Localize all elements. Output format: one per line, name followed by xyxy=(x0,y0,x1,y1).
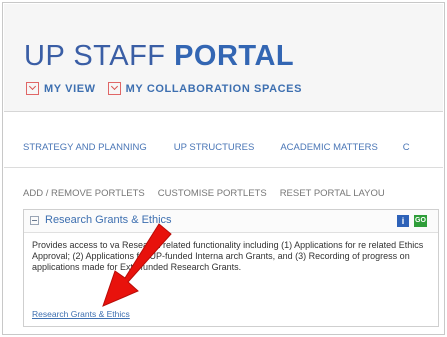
portal-window: UP STAFF PORTAL MY VIEW MY COLLABORATION… xyxy=(2,2,445,335)
add-remove-portlets-link[interactable]: ADD / REMOVE PORTLETS xyxy=(23,188,145,199)
menu-item-academic-matters[interactable]: ACADEMIC MATTERS xyxy=(280,142,377,153)
menu-divider xyxy=(4,167,443,168)
research-grants-portlet: Research Grants & Ethics i GO Provides a… xyxy=(23,209,439,327)
go-icon[interactable]: GO xyxy=(414,215,427,227)
chevron-down-icon xyxy=(26,82,39,95)
my-collaboration-spaces-link[interactable]: MY COLLABORATION SPACES xyxy=(107,82,303,95)
reset-portal-layout-link[interactable]: RESET PORTAL LAYOU xyxy=(280,188,385,199)
customise-portlets-link[interactable]: CUSTOMISE PORTLETS xyxy=(158,188,267,199)
red-arrow-annotation xyxy=(102,223,172,307)
portal-header: UP STAFF PORTAL MY VIEW MY COLLABORATION… xyxy=(4,4,443,112)
arrow-shape xyxy=(102,223,172,307)
menu-item-truncated[interactable]: C xyxy=(403,142,410,153)
my-view-label: MY VIEW xyxy=(44,82,96,95)
menu-item-strategy-and-planning[interactable]: STRATEGY AND PLANNING xyxy=(23,142,147,153)
page-title: UP STAFF PORTAL xyxy=(24,40,294,73)
title-bold: PORTAL xyxy=(174,40,295,72)
my-view-link[interactable]: MY VIEW xyxy=(26,82,96,95)
main-menu: STRATEGY AND PLANNING UP STRUCTURES ACAD… xyxy=(23,142,410,153)
chevron-down-icon xyxy=(107,82,121,95)
info-icon[interactable]: i xyxy=(397,215,409,227)
menu-item-up-structures[interactable]: UP STRUCTURES xyxy=(174,142,255,153)
title-light: UP STAFF xyxy=(24,40,175,72)
my-collaboration-spaces-label: MY COLLABORATION SPACES xyxy=(125,82,303,95)
collapse-icon[interactable] xyxy=(30,216,39,225)
portlet-description: Provides access to va Research related f… xyxy=(32,240,424,272)
portlet-header: Research Grants & Ethics i GO xyxy=(24,210,438,233)
header-nav: MY VIEW MY COLLABORATION SPACES xyxy=(26,82,302,95)
portlet-tools: ADD / REMOVE PORTLETS CUSTOMISE PORTLETS… xyxy=(23,188,385,199)
